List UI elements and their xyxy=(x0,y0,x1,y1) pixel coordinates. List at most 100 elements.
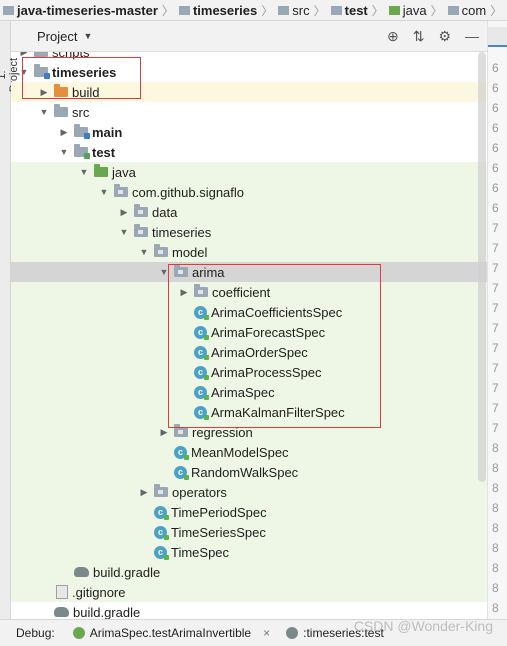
tree-node-arimaorderspec[interactable]: ▶cArimaOrderSpec xyxy=(11,342,487,362)
chevron-right-icon[interactable]: ▶ xyxy=(177,287,191,298)
package-icon xyxy=(447,5,459,15)
chevron-down-icon[interactable]: ▼ xyxy=(83,31,92,41)
breadcrumb-separator: 〉 xyxy=(161,3,174,18)
class-icon: c xyxy=(194,345,209,360)
tree-node-model[interactable]: ▼ model xyxy=(11,242,487,262)
line-number: 6 xyxy=(492,121,499,135)
tree-node-arimaprocessspec[interactable]: ▶cArimaProcessSpec xyxy=(11,362,487,382)
project-view-title[interactable]: Project xyxy=(37,29,77,44)
chevron-down-icon[interactable]: ▼ xyxy=(17,67,31,77)
chevron-right-icon[interactable]: ▶ xyxy=(17,52,31,58)
debug-label: Debug: xyxy=(16,626,55,640)
chevron-down-icon[interactable]: ▼ xyxy=(157,267,171,277)
chevron-down-icon[interactable]: ▼ xyxy=(77,167,91,177)
chevron-right-icon[interactable]: ▶ xyxy=(57,127,71,138)
chevron-right-icon[interactable]: ▶ xyxy=(137,487,151,498)
tree-node-coefficient[interactable]: ▶ coefficient xyxy=(11,282,487,302)
package-icon xyxy=(134,204,148,217)
collapse-all-icon[interactable]: ⇅ xyxy=(413,28,425,45)
chevron-right-icon[interactable]: ▶ xyxy=(117,207,131,218)
folder-icon xyxy=(34,52,48,57)
breadcrumb-separator: 〉 xyxy=(313,3,326,18)
chevron-down-icon[interactable]: ▼ xyxy=(57,147,71,157)
tree-node-label: TimeSpec xyxy=(171,544,230,560)
project-toolbar: ⊕ ⇅ ⚙ — xyxy=(387,28,479,45)
tree-node-build-gradle[interactable]: ▶build.gradle xyxy=(11,602,487,619)
class-icon: c xyxy=(154,505,169,520)
class-icon: c xyxy=(194,405,209,420)
chevron-down-icon[interactable]: ▼ xyxy=(37,107,51,117)
tree-node-arima[interactable]: ▼ arima xyxy=(11,262,487,282)
tree-node-operators[interactable]: ▶ operators xyxy=(11,482,487,502)
tree-node-timeperiodspec[interactable]: ▶cTimePeriodSpec xyxy=(11,502,487,522)
line-number: 7 xyxy=(492,221,499,235)
line-number: 6 xyxy=(492,161,499,175)
tree-node-build[interactable]: ▶ build xyxy=(11,82,487,102)
tree-node-randomwalkspec[interactable]: ▶cRandomWalkSpec xyxy=(11,462,487,482)
minimize-icon[interactable]: — xyxy=(465,28,479,45)
debug-tab-label: ArimaSpec.testArimaInvertible xyxy=(89,626,252,640)
tree-node-data[interactable]: ▶ data xyxy=(11,202,487,222)
tree-node-timeseries[interactable]: ▼ timeseries xyxy=(11,222,487,242)
tree-node-build-gradle[interactable]: ▶build.gradle xyxy=(11,562,487,582)
tree-node-label: ArmaKalmanFilterSpec xyxy=(211,404,345,420)
tree-node-src[interactable]: ▼ src xyxy=(11,102,487,122)
tree-node-scripts[interactable]: ▶ scripts xyxy=(11,52,487,62)
breadcrumb-item[interactable]: timeseries xyxy=(176,0,259,20)
gradle-icon xyxy=(286,627,299,639)
crosshair-icon[interactable]: ⊕ xyxy=(387,28,399,45)
editor-tab-stub[interactable] xyxy=(488,27,507,47)
project-tool-window-strip[interactable]: 1: Project xyxy=(0,21,20,619)
tree-node-arimaforecastspec[interactable]: ▶cArimaForecastSpec xyxy=(11,322,487,342)
debug-tab-arimaspec[interactable]: ArimaSpec.testArimaInvertible xyxy=(72,626,252,640)
tree-node-label: operators xyxy=(172,484,227,500)
tree-node-com-github-signaflo[interactable]: ▼ com.github.signaflo xyxy=(11,182,487,202)
breadcrumb-label: java-timeseries-master xyxy=(17,2,158,18)
gear-icon[interactable]: ⚙ xyxy=(438,28,451,45)
breadcrumb-item[interactable]: com xyxy=(445,0,489,20)
close-icon[interactable]: × xyxy=(263,626,270,640)
tree-scrollbar[interactable] xyxy=(478,52,486,482)
test-run-icon xyxy=(72,627,85,639)
tree-node-label: arima xyxy=(192,264,225,280)
tree-node-timespec[interactable]: ▶cTimeSpec xyxy=(11,542,487,562)
chevron-right-icon[interactable]: ▶ xyxy=(37,87,51,98)
class-icon: c xyxy=(194,325,209,340)
tree-node-label: model xyxy=(172,244,208,260)
breadcrumb-item[interactable]: src xyxy=(275,0,311,20)
project-panel-header: Project ▼ ⊕ ⇅ ⚙ — xyxy=(11,21,487,52)
tree-node-main[interactable]: ▶ main xyxy=(11,122,487,142)
tree-node--gitignore[interactable]: ▶.gitignore xyxy=(11,582,487,602)
tree-node-label: MeanModelSpec xyxy=(191,444,289,460)
tree-node-timeseries[interactable]: ▼ timeseries xyxy=(11,62,487,82)
tree-node-armakalmanfilterspec[interactable]: ▶cArmaKalmanFilterSpec xyxy=(11,402,487,422)
chevron-down-icon[interactable]: ▼ xyxy=(137,247,151,257)
line-number: 7 xyxy=(492,241,499,255)
test-folder-icon xyxy=(74,144,90,159)
tree-node-label: TimePeriodSpec xyxy=(171,504,267,520)
gradle-icon xyxy=(74,567,89,577)
chevron-right-icon[interactable]: ▶ xyxy=(157,427,171,438)
chevron-down-icon[interactable]: ▼ xyxy=(97,187,111,197)
breadcrumb-item[interactable]: java xyxy=(386,0,429,20)
tree-node-test[interactable]: ▼ test xyxy=(11,142,487,162)
tree-node-label: src xyxy=(72,104,90,120)
project-tree: ▶scripts▼timeseries▶build▼src▶main▼test▼… xyxy=(11,52,487,619)
chevron-down-icon[interactable]: ▼ xyxy=(117,227,131,237)
line-number: 8 xyxy=(492,541,499,555)
tree-node-arimacoefficientsspec[interactable]: ▶cArimaCoefficientsSpec xyxy=(11,302,487,322)
breadcrumb-separator: 〉 xyxy=(490,3,503,18)
line-number: 8 xyxy=(492,521,499,535)
breadcrumb-item[interactable]: test xyxy=(328,0,370,20)
tree-node-java[interactable]: ▼ java xyxy=(11,162,487,182)
breadcrumb-item[interactable]: java-timeseries-master xyxy=(0,0,160,20)
tree-node-timeseriesspec[interactable]: ▶cTimeSeriesSpec xyxy=(11,522,487,542)
line-number: 6 xyxy=(492,201,499,215)
tree-node-meanmodelspec[interactable]: ▶cMeanModelSpec xyxy=(11,442,487,462)
breadcrumb-separator: 〉 xyxy=(430,3,443,18)
line-number: 8 xyxy=(492,601,499,615)
package-icon xyxy=(174,424,188,437)
tree-node-label: coefficient xyxy=(212,284,271,300)
tree-node-arimaspec[interactable]: ▶cArimaSpec xyxy=(11,382,487,402)
tree-node-regression[interactable]: ▶ regression xyxy=(11,422,487,442)
